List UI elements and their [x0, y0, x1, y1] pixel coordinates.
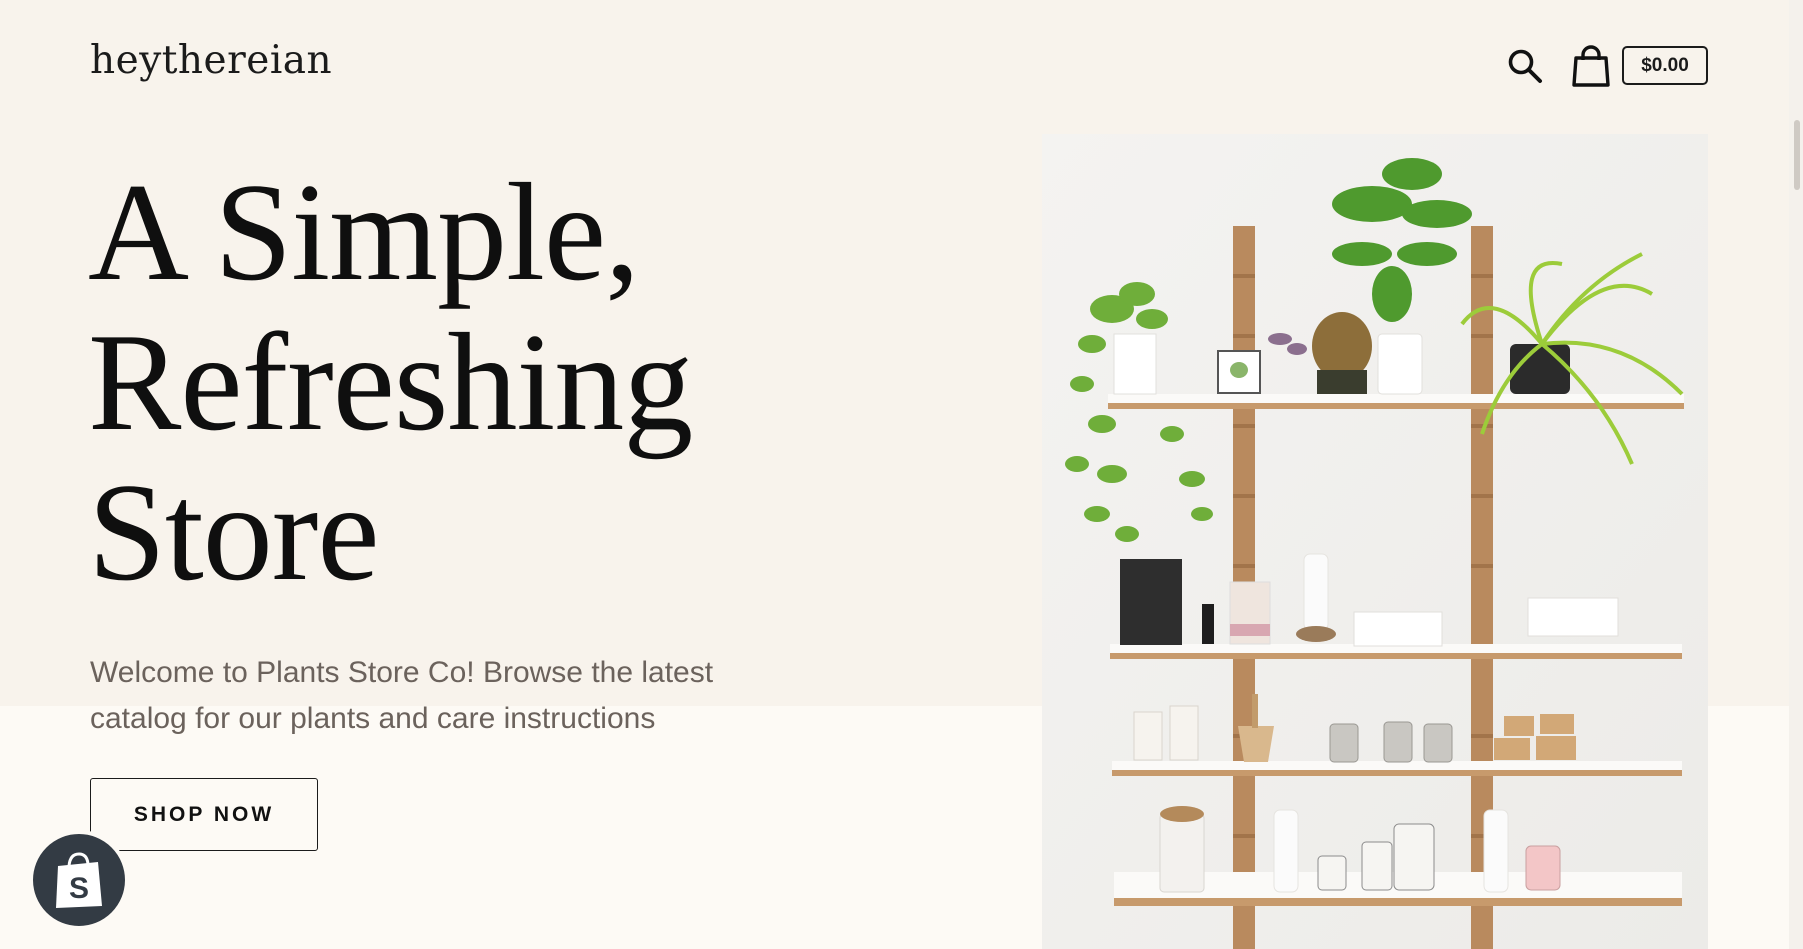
- headline-line-1: A Simple,: [88, 155, 640, 310]
- shopify-badge-button[interactable]: S: [29, 830, 129, 930]
- badge-letter: S: [69, 872, 89, 905]
- hero-intro-text: Welcome to Plants Store Co! Browse the l…: [90, 656, 714, 735]
- store-logo[interactable]: heythereian: [90, 38, 332, 83]
- site-header: heythereian $0.00: [0, 0, 1803, 130]
- page-scrollbar[interactable]: [1789, 0, 1803, 949]
- headline-line-3: Store: [88, 455, 380, 610]
- plant-shelf-photo: [1042, 134, 1708, 949]
- scrollbar-thumb[interactable]: [1794, 120, 1800, 190]
- search-icon: [1508, 49, 1542, 83]
- shopping-bag-icon: [1572, 45, 1610, 87]
- plant-shelf-image: [1042, 134, 1708, 949]
- cart-total-badge[interactable]: $0.00: [1622, 46, 1708, 85]
- search-button[interactable]: [1505, 46, 1545, 86]
- cart-button[interactable]: [1570, 44, 1612, 88]
- shop-now-button[interactable]: SHOP NOW: [90, 778, 318, 851]
- headline-line-2: Refreshing: [88, 305, 693, 460]
- hero-headline: A Simple, Refreshing Store: [88, 155, 693, 610]
- shopify-bag-icon: S: [56, 852, 102, 908]
